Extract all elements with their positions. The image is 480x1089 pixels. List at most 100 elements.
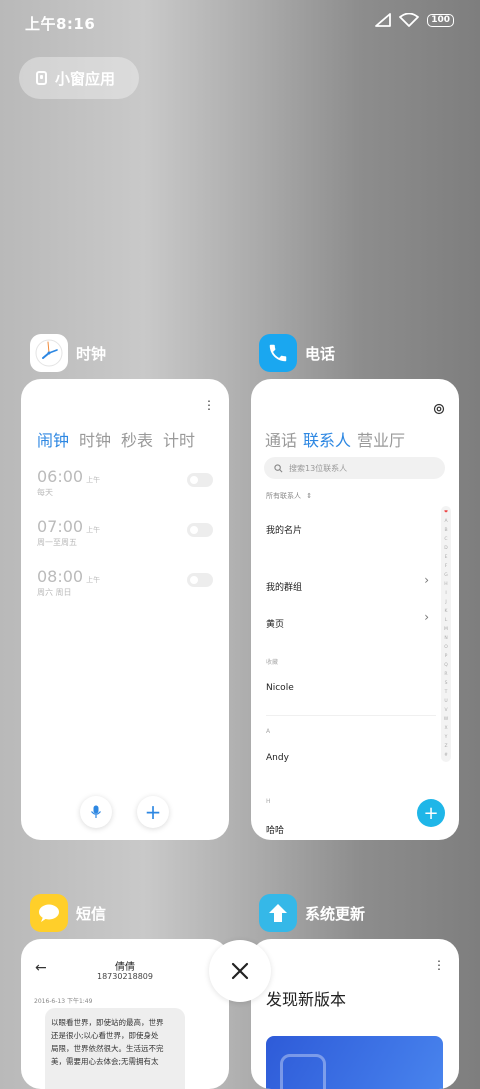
alarm-item[interactable]: 08:00 上午 周六 周日 <box>37 567 213 607</box>
index-letter[interactable]: F <box>445 562 448 571</box>
tab-clock[interactable]: 时钟 <box>79 427 111 451</box>
alarm-toggle[interactable] <box>187 473 213 487</box>
index-letter[interactable]: B <box>444 526 447 535</box>
phone-app-name: 电话 <box>305 344 336 363</box>
index-letter[interactable]: X <box>444 724 447 733</box>
alarm-ampm: 上午 <box>86 576 101 584</box>
more-icon[interactable]: ⋮ <box>203 399 215 411</box>
index-letter[interactable]: J <box>445 598 446 607</box>
tab-timer[interactable]: 计时 <box>163 427 195 451</box>
index-letter[interactable]: P <box>445 652 448 661</box>
index-letter[interactable]: A <box>444 517 447 526</box>
small-window-apps-button[interactable]: 小窗应用 <box>19 57 139 99</box>
my-card-item[interactable]: 我的名片 <box>266 523 302 536</box>
contact-search-input[interactable]: 搜索13位联系人 <box>264 457 445 479</box>
index-letter[interactable]: Y <box>445 733 448 742</box>
section-header-a: A <box>266 728 271 735</box>
alarm-repeat: 周一至周五 <box>37 538 77 547</box>
alarm-time: 07:00 <box>37 517 84 536</box>
index-letter[interactable]: Z <box>444 742 447 751</box>
my-groups-item[interactable]: 我的群组 › <box>266 573 429 593</box>
index-letter[interactable]: G <box>444 571 448 580</box>
message-line: 美，需要用心去体会;无需拥有太 <box>51 1057 159 1066</box>
status-time: 上午8:16 <box>25 15 96 33</box>
tab-calls[interactable]: 通话 <box>265 427 297 451</box>
conversation-contact-name: 倩倩 <box>115 962 135 973</box>
clock-app-header[interactable]: 时钟 <box>30 334 106 372</box>
plus-icon: + <box>144 800 162 824</box>
alarm-toggle[interactable] <box>187 523 213 537</box>
update-app-card[interactable]: ⋮ 发现新版本 <box>251 939 459 1089</box>
index-letter[interactable]: I <box>445 589 446 598</box>
index-letter[interactable]: E <box>445 553 448 562</box>
index-letter[interactable]: R <box>444 670 447 679</box>
tab-stopwatch[interactable]: 秒表 <box>121 427 153 451</box>
contact-item[interactable]: Andy <box>266 753 289 763</box>
update-banner <box>266 1036 443 1089</box>
message-line: 以眼看世界，即使站的最高，世界 <box>51 1018 164 1027</box>
index-letter[interactable]: C <box>444 535 447 544</box>
index-letter[interactable]: L <box>445 616 448 625</box>
alarm-repeat: 每天 <box>37 488 53 497</box>
phone-app-header[interactable]: 电话 <box>259 334 335 372</box>
index-letter[interactable]: T <box>445 688 448 697</box>
settings-icon[interactable] <box>433 403 445 415</box>
message-bubble[interactable]: 以眼看世界，即使站的最高，世界 还是很小;以心看世界，即使身处 局限，世界依然很… <box>45 1008 185 1089</box>
index-letter[interactable]: W <box>444 715 448 724</box>
index-letter[interactable]: # <box>444 751 448 760</box>
alarm-item[interactable]: 06:00 上午 每天 <box>37 467 213 507</box>
message-line: 局限，世界依然很大。生活远不完 <box>51 1044 164 1053</box>
small-window-label: 小窗应用 <box>55 69 116 88</box>
index-letter[interactable]: K <box>445 607 448 616</box>
phone-tabs: 通话 联系人 营业厅 <box>265 427 405 451</box>
alarm-time: 06:00 <box>37 467 84 486</box>
sms-app-name: 短信 <box>76 904 107 923</box>
index-letter[interactable]: Q <box>444 661 448 670</box>
more-icon[interactable]: ⋮ <box>433 959 445 971</box>
sms-app-header[interactable]: 短信 <box>30 894 106 932</box>
index-letter[interactable]: V <box>444 706 447 715</box>
message-line: 还是很小;以心看世界，即使身处 <box>51 1031 159 1040</box>
phone-app-card[interactable]: 通话 联系人 营业厅 搜索13位联系人 所有联系人 ⇕ 我的名片 我的群组 › … <box>251 379 459 840</box>
contact-item[interactable]: Nicole <box>266 683 294 693</box>
tab-service-hall[interactable]: 营业厅 <box>357 427 405 451</box>
clock-app-card[interactable]: ⋮ 闹钟 时钟 秒表 计时 06:00 上午 每天 07:00 上午 周一至周五 0… <box>21 379 229 840</box>
sms-app-card[interactable]: ← 倩倩 18730218809 2016-6-13 下午1:49 以眼看世界，… <box>21 939 229 1089</box>
voice-alarm-button[interactable] <box>80 796 112 828</box>
contact-filter-dropdown[interactable]: 所有联系人 ⇕ <box>266 491 312 501</box>
alarm-item[interactable]: 07:00 上午 周一至周五 <box>37 517 213 557</box>
small-window-icon <box>36 71 47 85</box>
update-headline: 发现新版本 <box>266 990 347 1009</box>
update-app-name: 系统更新 <box>305 904 366 923</box>
index-letter[interactable]: H <box>444 580 447 589</box>
tab-contacts[interactable]: 联系人 <box>303 427 351 451</box>
alarm-time: 08:00 <box>37 567 84 586</box>
close-all-button[interactable] <box>209 940 271 1002</box>
wifi-icon <box>399 13 420 27</box>
filter-label: 所有联系人 <box>266 492 301 500</box>
index-letter[interactable]: S <box>445 679 448 688</box>
my-groups-label: 我的群组 <box>266 583 303 593</box>
add-contact-button[interactable]: + <box>417 799 445 827</box>
yellow-pages-item[interactable]: 黄页 › <box>266 610 429 630</box>
search-placeholder: 搜索13位联系人 <box>289 463 348 473</box>
index-letter[interactable]: N <box>444 634 447 643</box>
alarm-ampm: 上午 <box>86 476 101 484</box>
favorites-index[interactable]: ❤ <box>444 508 448 517</box>
update-app-header[interactable]: 系统更新 <box>259 894 365 932</box>
conversation-contact-number: 18730218809 <box>97 972 153 981</box>
update-app-icon <box>259 894 297 932</box>
index-letter[interactable]: M <box>444 625 448 634</box>
tab-alarm[interactable]: 闹钟 <box>37 427 69 451</box>
alarm-toggle[interactable] <box>187 573 213 587</box>
index-letter[interactable]: D <box>444 544 447 553</box>
index-letter[interactable]: O <box>444 643 448 652</box>
contact-item[interactable]: 哈哈 <box>266 823 284 836</box>
search-icon <box>274 463 283 472</box>
index-letter[interactable]: U <box>444 697 447 706</box>
clock-app-name: 时钟 <box>76 344 107 363</box>
status-icons: 100 <box>375 13 454 27</box>
add-alarm-button[interactable]: + <box>137 796 169 828</box>
clock-app-icon <box>30 334 68 372</box>
alphabet-index-scrollbar[interactable]: ❤ A B C D E F G H I J K L M N O P Q R S … <box>441 506 451 762</box>
